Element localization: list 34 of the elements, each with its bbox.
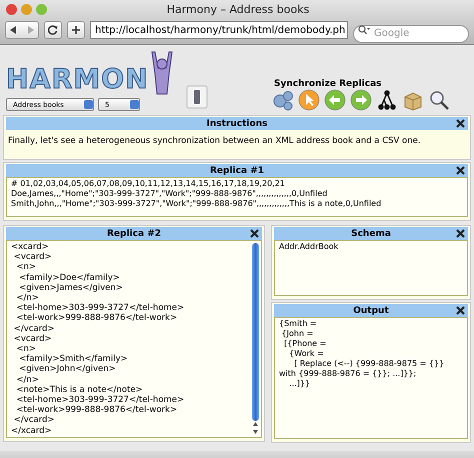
close-icon[interactable]	[456, 306, 465, 315]
reload-button[interactable]	[44, 21, 62, 39]
panel-title: Instructions	[206, 118, 268, 128]
add-tab-button[interactable]	[67, 21, 85, 39]
close-icon[interactable]	[250, 229, 259, 238]
text-area[interactable]: # 01,02,03,04,05,06,07,08,09,10,11,12,13,14,15,16,17,18,19,20,21 Doe,James,,,"Home";"303-999-3727","Work";"999-888-9876",,,,,,,,,,,,,,0,Unfiled Smith,John,,,"Home";"303-999-3727","Work";"999-888-9876",,,,,,,,,,,,,This is a note,0,Unfiled	[6, 177, 468, 217]
close-icon[interactable]	[456, 166, 465, 175]
logo-text: HARMON	[6, 64, 149, 96]
switch-icon[interactable]	[186, 85, 208, 109]
window-title: Harmony – Address books	[166, 2, 310, 16]
instructions-text: Finally, let's see a heterogeneous synchronization between an XML address book and a CSV one.	[7, 135, 422, 148]
section-title: Synchronize Replicas	[273, 79, 382, 89]
close-icon[interactable]	[456, 119, 465, 128]
search-icon[interactable]	[428, 89, 450, 111]
panel-title: Output	[353, 306, 389, 316]
window-control-icon[interactable]	[6, 4, 17, 14]
text-area[interactable]: Addr.AddrBook	[274, 240, 468, 296]
figure-drawing	[148, 50, 175, 96]
search-field[interactable]: Google	[353, 24, 469, 42]
panel-title: Schema	[351, 228, 391, 238]
text-area[interactable]: {Smith = {John = [{Phone = {Work = [ Replace (<--) {999-888-9875 = {}} with {999-888-9876 = {}}; ...]}}; ...]}}	[274, 317, 468, 439]
text-area[interactable]: <xcard> <vcard> <n> <family>Doe</family> <given>James</given> </n> <tel-home>303-999-3727</tel-home> <tel-work>999-888-9876</tel-work> </vcard> <vcard> <n> <family>Smith</family> <given>John</given> </n> <note>This is a note</note> <tel-home>303-999-3727</tel-home> <tel-work>999-888-9876</tel-work> </vcard> </xcard>	[6, 240, 262, 438]
panel-title: Replica #1	[210, 166, 264, 176]
tree-icon[interactable]	[376, 89, 398, 111]
address-field[interactable]: http://localhost/harmony/trunk/html/demobody.ph	[90, 21, 348, 39]
panel-title: Replica #2	[107, 228, 161, 238]
back-forward-button[interactable]	[5, 21, 39, 39]
close-icon[interactable]	[456, 229, 465, 238]
reload-icon	[48, 25, 58, 35]
cursor-icon[interactable]	[298, 89, 320, 111]
search-icon	[358, 25, 370, 35]
gears-icon[interactable]	[272, 89, 294, 111]
back-forward-icon	[9, 26, 35, 34]
plus-icon	[71, 25, 81, 35]
